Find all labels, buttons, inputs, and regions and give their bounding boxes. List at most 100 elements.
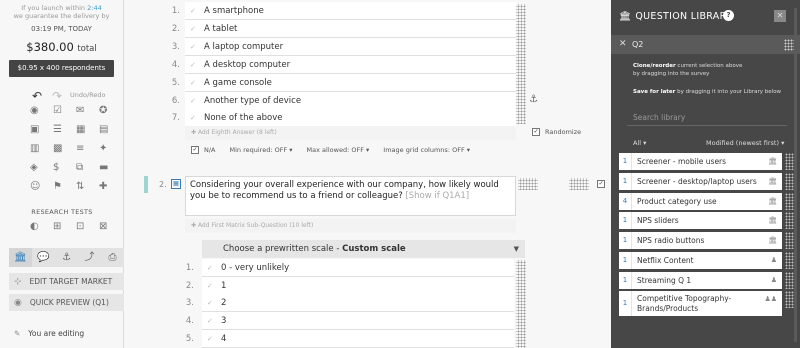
scale-select[interactable]: Choose a prewritten scale - Custom scale… [202, 240, 525, 258]
star-question-icon[interactable]: ✦ [97, 139, 120, 158]
concept-test-icon[interactable]: ◐ [28, 217, 51, 236]
answer-field[interactable]: ✓ A smartphone [185, 2, 516, 20]
save-help-text: Save for later by dragging it into your … [633, 89, 781, 95]
chat-question-icon[interactable]: ✉ [74, 101, 97, 120]
question-marker [144, 176, 148, 193]
scale-drag-handle[interactable] [516, 260, 526, 348]
image-grid-select[interactable]: Image grid columns: OFF ▾ [383, 146, 470, 154]
na-checkbox[interactable]: ✓ [191, 146, 199, 154]
answer-field[interactable]: ✓ A game console [185, 74, 516, 92]
library-item[interactable]: 4 Product category use 🏛 [619, 193, 797, 210]
answer-number: 4. [171, 60, 180, 70]
video-question-icon[interactable]: ▣ [28, 120, 51, 139]
show-if-logic[interactable]: [Show if Q1A1] [405, 191, 469, 201]
max-allowed-select[interactable]: Max allowed: OFF ▾ [307, 146, 370, 154]
survey-test-icon[interactable]: ⊡ [74, 217, 97, 236]
sort-select[interactable]: Modified (newest first) ▾ [706, 139, 784, 147]
money-question-icon[interactable]: $ [51, 158, 74, 177]
quick-preview-button[interactable]: ◉ QUICK PREVIEW (Q1) [9, 294, 124, 311]
slider-question-icon[interactable]: ☰ [51, 120, 74, 139]
respondents-button[interactable]: $0.95 x 400 respondents [9, 60, 114, 77]
pin-question-icon[interactable]: ⚑ [51, 177, 74, 196]
comment-icon[interactable]: 💬 [32, 248, 55, 267]
edit-target-market-button[interactable]: ⊹ EDIT TARGET MARKET [9, 273, 124, 290]
answer-field[interactable]: ✓ A desktop computer [185, 56, 516, 74]
na-label: N/A [204, 146, 216, 154]
answer-field[interactable]: ✓ None of the above [185, 109, 516, 127]
clone-help-bold: Clone/reorder [633, 63, 676, 69]
add-subquestion-button[interactable]: ✚ Add First Matrix Sub-Question (10 left… [185, 219, 516, 233]
scale-text: 1 [221, 281, 227, 291]
close-icon[interactable]: ✕ [774, 10, 786, 22]
clear-selection-icon[interactable]: ✕ [619, 39, 627, 49]
price-label: total [77, 44, 97, 54]
image-question-icon[interactable]: ▦ [74, 120, 97, 139]
library-item[interactable]: 1 Screener - desktop/laptop users 🏛 [619, 173, 797, 190]
randomize-label: Randomize [545, 128, 582, 136]
scale-field[interactable]: ✓ 4 [202, 330, 514, 348]
clone-help-rest: current selection above [677, 63, 743, 69]
diamond-question-icon[interactable]: ◈ [28, 158, 51, 177]
anchor-icon[interactable]: ⚓ [529, 94, 538, 105]
library-icon[interactable]: 🏛 [9, 248, 32, 267]
delivery-time: 03:19 PM, TODAY [31, 25, 92, 33]
compare-question-icon[interactable]: ⧉ [74, 158, 97, 177]
randomize-toggle[interactable]: ✓ Randomize [532, 128, 581, 136]
grid-question-icon[interactable]: ▩ [51, 139, 74, 158]
max-allowed-label: Max allowed: [306, 146, 350, 154]
ad-test-icon[interactable]: ⊞ [51, 217, 74, 236]
scale-row: 2. ✓ 1 [124, 277, 514, 295]
na-toggle[interactable]: ✓ N/A [191, 146, 216, 154]
answer-row: 4. ✓ A desktop computer [124, 56, 516, 74]
selection-drag-handle[interactable] [784, 39, 794, 51]
check-icon: ✓ [190, 7, 196, 15]
award-question-icon[interactable]: ✪ [97, 101, 120, 120]
radio-question-icon[interactable]: ◉ [28, 101, 51, 120]
library-title-text: QUESTION LIBRARY [635, 11, 732, 22]
scale-field[interactable]: ✓ 3 [202, 312, 514, 330]
library-item[interactable]: 1 Streaming Q 1 ♟ [619, 272, 797, 289]
share-icon[interactable]: ⤴ [78, 248, 101, 267]
current-selection[interactable]: ✕ Q2 [611, 35, 800, 54]
anchor-icon[interactable]: ⚓ [55, 248, 78, 267]
text-question-icon[interactable]: ▤ [97, 120, 120, 139]
checkbox-question-icon[interactable]: ☑ [51, 101, 74, 120]
brand-test-icon[interactable]: ⊠ [97, 217, 120, 236]
bank-icon: 🏛 [768, 157, 777, 165]
library-item[interactable]: 1 Competitive Topography-Brands/Products ♟… [619, 291, 797, 316]
launch-info: If you launch within 2:44 we guarantee t… [0, 0, 123, 20]
rank-question-icon[interactable]: ⇅ [74, 177, 97, 196]
list-question-icon[interactable]: ≡ [74, 139, 97, 158]
question-drag-handle[interactable] [518, 178, 538, 190]
answer-field[interactable]: ✓ Another type of device [185, 92, 516, 110]
library-item[interactable]: 1 Netflix Content ♟ [619, 252, 797, 269]
scale-field[interactable]: ✓ 1 [202, 277, 514, 295]
library-scrollbar[interactable] [794, 8, 797, 342]
scale-field[interactable]: ✓ 2 [202, 294, 514, 312]
question-select-checkbox[interactable]: ✓ [597, 180, 605, 188]
answer-row: 1. ✓ A smartphone [124, 2, 516, 20]
add-answer-button[interactable]: ✚ Add Eighth Answer (8 left) [185, 126, 516, 140]
library-search-input[interactable]: Search library [627, 109, 787, 126]
min-required-select[interactable]: Min required: OFF ▾ [230, 146, 293, 154]
print-icon[interactable]: ⎙ [101, 248, 124, 267]
randomize-checkbox[interactable]: ✓ [532, 128, 540, 136]
help-icon[interactable]: ? [723, 10, 734, 21]
library-item[interactable]: 1 NPS radio buttons 🏛 [619, 232, 797, 249]
answers-drag-handle[interactable] [516, 4, 526, 124]
card-question-icon[interactable]: ▬ [97, 158, 120, 177]
library-item[interactable]: 1 NPS sliders 🏛 [619, 212, 797, 229]
filter-all-select[interactable]: All ▾ [633, 139, 646, 147]
item-title: Streaming Q 1 [637, 276, 692, 285]
answer-field[interactable]: ✓ A tablet [185, 20, 516, 38]
question-drag-handle-2[interactable] [569, 178, 589, 190]
question-text-field[interactable]: Considering your overall experience with… [185, 176, 516, 216]
matrix-question-icon[interactable]: ▥ [28, 139, 51, 158]
answer-field[interactable]: ✓ A laptop computer [185, 38, 516, 56]
scale-field[interactable]: ✓ 0 - very unlikely [202, 259, 514, 277]
library-item[interactable]: 1 Screener - mobile users 🏛 [619, 153, 797, 170]
user-question-icon[interactable]: ☺ [28, 177, 51, 196]
answer-text: None of the above [204, 113, 283, 123]
matrix-type-icon[interactable]: ▦ [171, 179, 181, 189]
mixed-question-icon[interactable]: ✚ [97, 177, 120, 196]
